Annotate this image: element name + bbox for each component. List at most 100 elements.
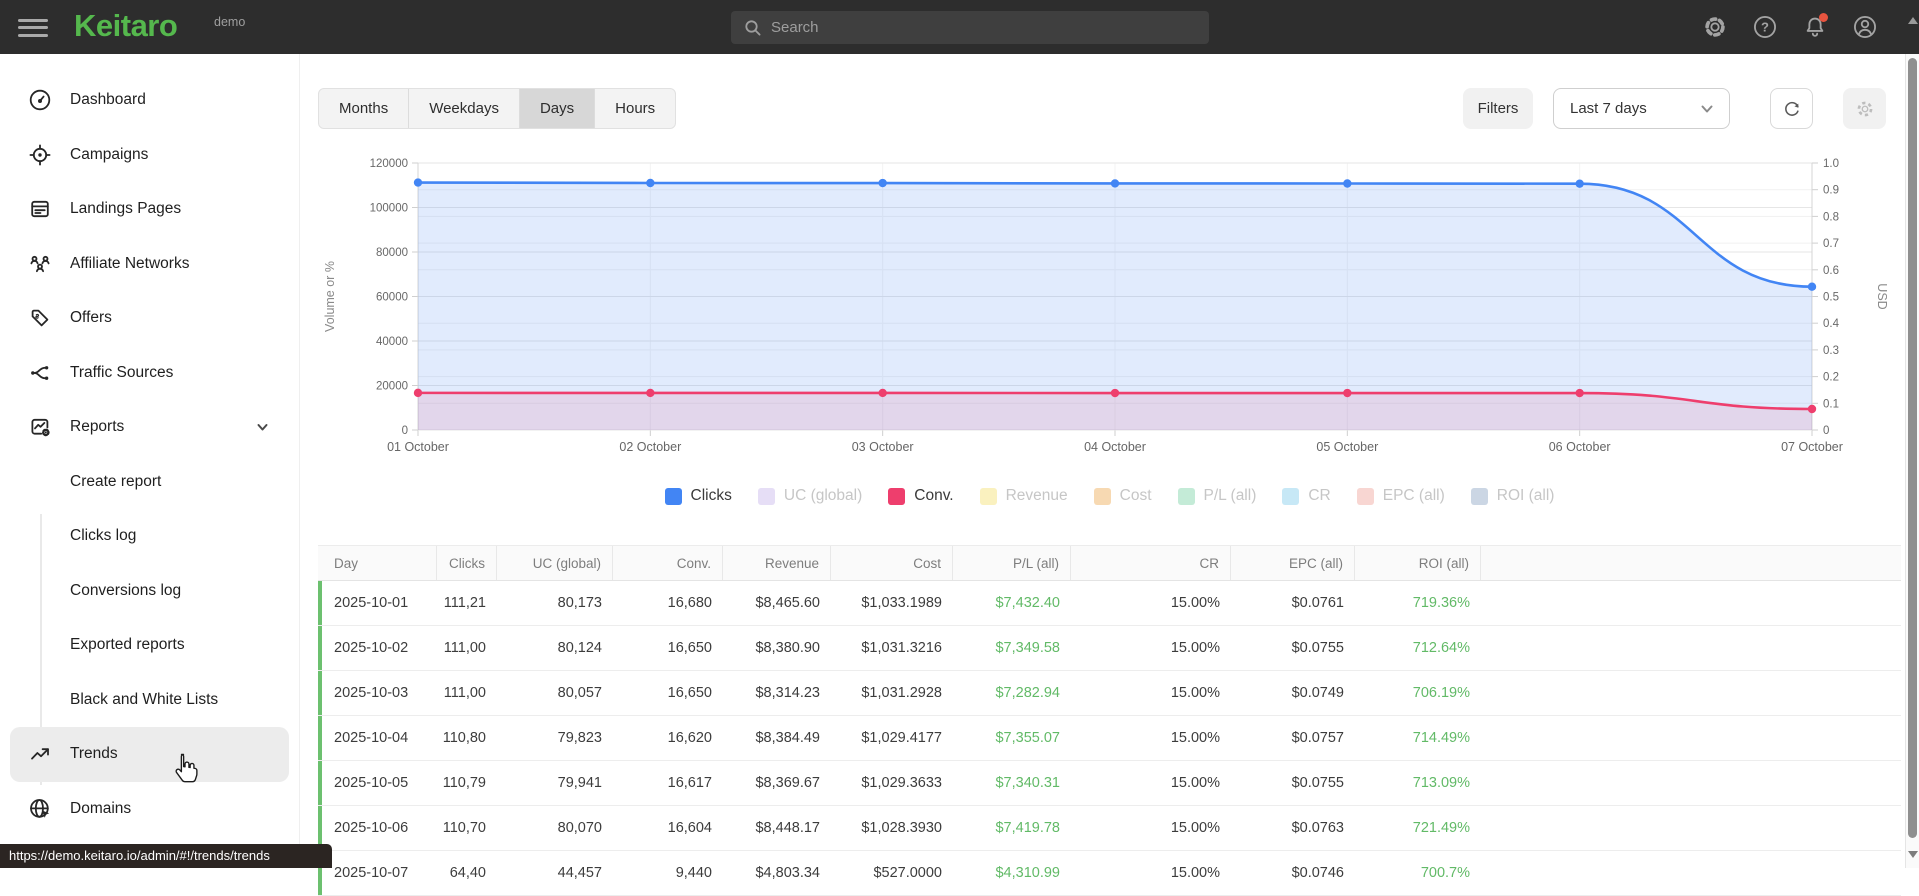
column-header-cr[interactable]: CR bbox=[1071, 546, 1231, 580]
cell-cost: $1,031.2928 bbox=[861, 685, 942, 701]
cell-cr: 15.00% bbox=[1170, 640, 1220, 656]
sidebar-item-label: Traffic Sources bbox=[70, 363, 174, 381]
settings-gear-icon[interactable] bbox=[1701, 13, 1729, 41]
cell-clicks: 110,70 bbox=[442, 820, 486, 836]
cell-roi-all-: 721.49% bbox=[1412, 820, 1470, 836]
sidebar-item-create-report[interactable]: Create report bbox=[10, 455, 289, 510]
status-url-tooltip: https://demo.keitaro.io/admin/#!/trends/… bbox=[0, 844, 332, 868]
column-header-day[interactable]: Day bbox=[318, 546, 437, 580]
legend-item-conv-[interactable]: Conv. bbox=[888, 487, 954, 505]
cell-roi-all-: 706.19% bbox=[1412, 685, 1470, 701]
column-header-clicks[interactable]: Clicks bbox=[437, 546, 497, 580]
legend-label: ROI (all) bbox=[1496, 487, 1555, 504]
legend-label: EPC (all) bbox=[1382, 487, 1445, 504]
column-header-filler bbox=[1481, 546, 1901, 580]
y-right-tick-label: 0.9 bbox=[1823, 185, 1839, 197]
tab-days[interactable]: Days bbox=[519, 89, 596, 128]
legend-item-clicks[interactable]: Clicks bbox=[664, 487, 732, 505]
column-header-epc-all-[interactable]: EPC (all) bbox=[1231, 546, 1355, 580]
legend-label: CR bbox=[1308, 487, 1331, 504]
legend-item-cr[interactable]: CR bbox=[1282, 487, 1331, 505]
y-right-tick-label: 0.7 bbox=[1823, 238, 1839, 250]
search-input[interactable] bbox=[771, 19, 1209, 36]
sidebar-item-label: Dashboard bbox=[70, 91, 146, 109]
svg-text:?: ? bbox=[1761, 20, 1769, 35]
cell-cost: $1,029.3633 bbox=[861, 775, 942, 791]
filters-button[interactable]: Filters bbox=[1463, 88, 1533, 129]
period-tab-group: Months Weekdays Days Hours bbox=[318, 88, 677, 129]
cell-epc-all-: $0.0749 bbox=[1291, 685, 1344, 701]
sidebar-item-domains[interactable]: Domains bbox=[10, 782, 289, 837]
legend-item-roi-all-[interactable]: ROI (all) bbox=[1470, 487, 1555, 505]
cell-p-l-all-: $7,419.78 bbox=[995, 820, 1060, 836]
notifications-bell-icon[interactable] bbox=[1801, 13, 1829, 41]
column-header-p-l-all-[interactable]: P/L (all) bbox=[953, 546, 1071, 580]
sidebar-item-offers[interactable]: Offers bbox=[10, 291, 289, 346]
legend-item-uc-global-[interactable]: UC (global) bbox=[757, 487, 862, 505]
column-header-uc-global-[interactable]: UC (global) bbox=[497, 546, 613, 580]
legend-label: Cost bbox=[1119, 487, 1152, 504]
y-right-tick-label: 0.1 bbox=[1823, 398, 1839, 410]
cell-roi-all-: 712.64% bbox=[1412, 640, 1470, 656]
legend-swatch bbox=[1470, 487, 1488, 505]
tab-hours[interactable]: Hours bbox=[595, 89, 675, 128]
y-left-tick-label: 40000 bbox=[376, 336, 408, 348]
sidebar-item-affiliate-networks[interactable]: Affiliate Networks bbox=[10, 237, 289, 292]
cell-uc-global-: 80,173 bbox=[557, 595, 602, 611]
y-right-axis-title: USD bbox=[1875, 283, 1889, 309]
cell-epc-all-: $0.0755 bbox=[1291, 775, 1344, 791]
y-right-tick-label: 0.4 bbox=[1823, 318, 1840, 330]
data-point bbox=[646, 388, 655, 398]
sidebar-item-traffic-sources[interactable]: Traffic Sources bbox=[10, 346, 289, 401]
page-scrollbar[interactable] bbox=[1905, 0, 1919, 868]
sidebar-item-trends[interactable]: Trends bbox=[10, 727, 289, 782]
cell-day: 2025-10-01 bbox=[334, 595, 409, 611]
sidebar-item-label: Black and White Lists bbox=[70, 690, 219, 708]
scrollbar-thumb[interactable] bbox=[1908, 58, 1917, 838]
cell-epc-all-: $0.0761 bbox=[1291, 595, 1344, 611]
scroll-up-arrow-icon[interactable] bbox=[1908, 17, 1918, 24]
sidebar-item-exported-reports[interactable]: Exported reports bbox=[10, 618, 289, 673]
cell-conv-: 16,650 bbox=[667, 640, 712, 656]
column-header-revenue[interactable]: Revenue bbox=[723, 546, 831, 580]
legend-swatch bbox=[979, 487, 997, 505]
sidebar-item-label: Landings Pages bbox=[70, 200, 182, 218]
cell-conv-: 9,440 bbox=[675, 865, 712, 881]
legend-item-cost[interactable]: Cost bbox=[1093, 487, 1152, 505]
sidebar-item-reports[interactable]: Reports bbox=[10, 400, 289, 455]
sidebar-item-dashboard[interactable]: Dashboard bbox=[10, 73, 289, 128]
sidebar-item-conversions-log[interactable]: Conversions log bbox=[10, 564, 289, 619]
sidebar-item-clicks-log[interactable]: Clicks log bbox=[10, 509, 289, 564]
scroll-down-arrow-icon[interactable] bbox=[1908, 851, 1918, 858]
cell-uc-global-: 79,823 bbox=[557, 730, 602, 746]
sidebar-item-label: Campaigns bbox=[70, 145, 149, 163]
tab-weekdays[interactable]: Weekdays bbox=[409, 89, 520, 128]
legend-item-revenue[interactable]: Revenue bbox=[979, 487, 1068, 505]
sidebar-item-black-and-white-lists[interactable]: Black and White Lists bbox=[10, 673, 289, 728]
help-icon[interactable]: ? bbox=[1751, 13, 1779, 41]
legend-swatch bbox=[1093, 487, 1111, 505]
chart-legend: Clicks UC (global) Conv. Revenue Cost P/L (al… bbox=[318, 487, 1901, 505]
column-header-roi-all-[interactable]: ROI (all) bbox=[1355, 546, 1481, 580]
chevron-down-icon bbox=[256, 421, 269, 439]
y-left-axis-title: Volume or % bbox=[323, 261, 337, 332]
trends-chart[interactable]: 0 20000 40000 60000 80000 100000 120000 0 0.1 0.2… bbox=[318, 130, 1901, 475]
campaigns-icon bbox=[28, 143, 52, 167]
menu-toggle-icon[interactable] bbox=[18, 14, 48, 40]
y-right-tick-label: 0 bbox=[1823, 425, 1829, 437]
column-header-conv-[interactable]: Conv. bbox=[613, 546, 723, 580]
cell-epc-all-: $0.0757 bbox=[1291, 730, 1344, 746]
tab-months[interactable]: Months bbox=[319, 89, 410, 128]
date-range-select[interactable]: Last 7 days bbox=[1553, 88, 1730, 129]
sidebar-item-landings-pages[interactable]: Landings Pages bbox=[10, 182, 289, 237]
chart-settings-button[interactable] bbox=[1843, 88, 1886, 129]
legend-item-epc-all-[interactable]: EPC (all) bbox=[1356, 487, 1445, 505]
account-icon[interactable] bbox=[1851, 13, 1879, 41]
sidebar-item-campaigns[interactable]: Campaigns bbox=[10, 128, 289, 183]
sidebar-item-label: Clicks log bbox=[70, 527, 137, 545]
cell-cr: 15.00% bbox=[1170, 730, 1220, 746]
refresh-button[interactable] bbox=[1770, 88, 1813, 129]
data-point bbox=[1575, 179, 1584, 188]
column-header-cost[interactable]: Cost bbox=[831, 546, 953, 580]
legend-item-p-l-all-[interactable]: P/L (all) bbox=[1177, 487, 1256, 505]
